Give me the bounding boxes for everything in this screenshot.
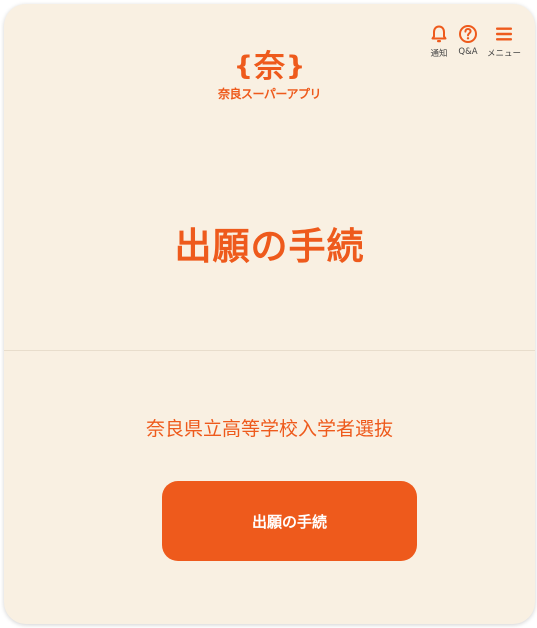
logo-left-brace: {: [233, 51, 253, 82]
exam-subtitle: 奈良県立高等学校入学者選抜: [145, 418, 393, 440]
page-title: 出願の手続: [174, 225, 365, 268]
application-procedure-button[interactable]: 出願の手続: [162, 481, 417, 561]
logo-mark: { 奈 }: [233, 50, 306, 84]
logo-right-brace: }: [286, 51, 306, 82]
section-divider: [4, 350, 535, 351]
app-card: 通知 Q&A メニュー {奈} 奈良スーパーアプリ 出願の手続 奈良県立高等…: [4, 4, 535, 624]
hamburger-menu-icon: [494, 24, 514, 44]
logo-text: 奈良スーパーアプリ: [218, 87, 321, 101]
logo-mark-char: 奈: [254, 49, 285, 85]
app-logo[interactable]: { 奈 } 奈良スーパーアプリ: [4, 50, 535, 102]
bell-icon: [429, 24, 449, 44]
question-circle-icon: [458, 24, 478, 44]
